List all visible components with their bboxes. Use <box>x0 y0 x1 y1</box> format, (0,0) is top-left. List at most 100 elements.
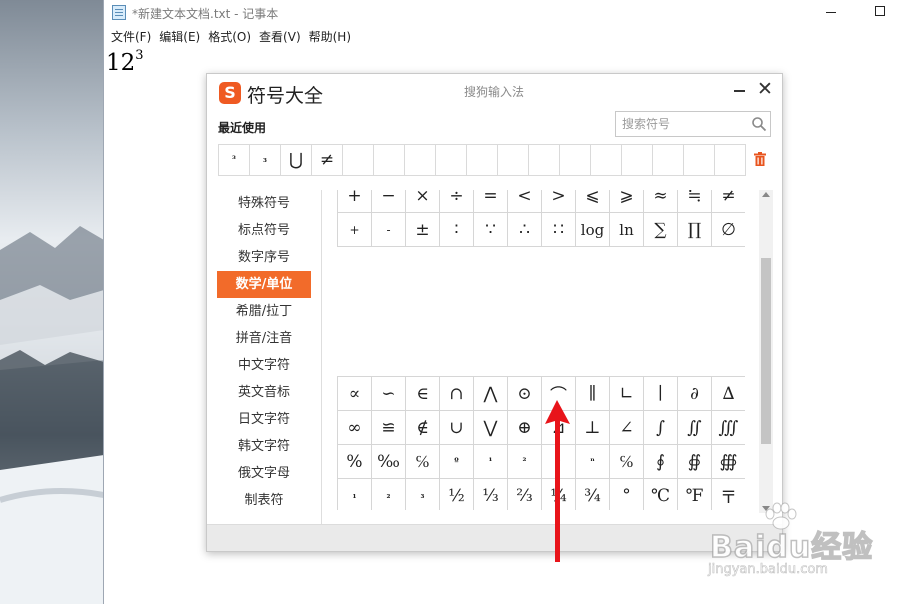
symbol-cell[interactable]: < <box>508 190 542 213</box>
symbol-cell[interactable]: ₂ <box>372 479 406 510</box>
symbol-cell[interactable]: ⋁ <box>474 411 508 445</box>
maximize-icon[interactable] <box>875 6 885 16</box>
menu-edit[interactable]: 编辑(E) <box>158 28 207 48</box>
symbol-cell[interactable]: ≌ <box>372 411 406 445</box>
dialog-minimize-icon[interactable] <box>734 90 745 92</box>
symbol-cell[interactable]: ∩ <box>440 377 474 411</box>
recent-symbol-cell[interactable]: ₃ <box>250 145 281 176</box>
symbol-cell[interactable]: ∉ <box>406 411 440 445</box>
symbol-cell[interactable]: ∠ <box>610 411 644 445</box>
category-item[interactable]: 数字序号 <box>217 244 311 271</box>
recent-symbol-cell[interactable] <box>436 145 467 176</box>
category-item[interactable]: 拼音/注音 <box>217 325 311 352</box>
symbol-cell[interactable]: ∽ <box>372 377 406 411</box>
symbol-cell[interactable]: ₁ <box>338 479 372 510</box>
symbol-cell[interactable]: ⊙ <box>508 377 542 411</box>
menu-format[interactable]: 格式(O) <box>207 28 258 48</box>
recent-symbol-cell[interactable] <box>560 145 591 176</box>
category-item[interactable]: 数学/单位 <box>217 271 311 298</box>
symbol-cell[interactable]: ‰ <box>372 445 406 479</box>
symbol-cell[interactable]: ⋀ <box>474 377 508 411</box>
symbol-cell[interactable]: × <box>406 190 440 213</box>
minimize-icon[interactable] <box>826 12 836 13</box>
recent-symbol-cell[interactable] <box>529 145 560 176</box>
scroll-up-icon[interactable] <box>762 192 770 197</box>
symbol-cell[interactable]: ⅔ <box>508 479 542 510</box>
category-item[interactable]: 日文字符 <box>217 406 311 433</box>
symbol-cell[interactable]: ≈ <box>644 190 678 213</box>
symbol-cell[interactable]: ∈ <box>406 377 440 411</box>
symbol-cell[interactable]: ∷ <box>542 213 576 247</box>
category-item[interactable]: 标点符号 <box>217 217 311 244</box>
symbol-cell[interactable]: ∬ <box>678 411 712 445</box>
symbol-cell[interactable]: + <box>338 190 372 213</box>
recent-symbol-cell[interactable] <box>343 145 374 176</box>
symbol-cell[interactable]: ∵ <box>474 213 508 247</box>
category-item[interactable]: 俄文字母 <box>217 460 311 487</box>
symbol-cell[interactable]: ∟ <box>610 377 644 411</box>
symbol-cell[interactable]: ∪ <box>440 411 474 445</box>
recent-symbol-cell[interactable] <box>498 145 529 176</box>
symbol-cell[interactable]: ± <box>406 213 440 247</box>
category-item[interactable]: 制表符 <box>217 487 311 514</box>
category-item[interactable]: 韩文字符 <box>217 433 311 460</box>
symbol-cell[interactable]: % <box>338 445 372 479</box>
recent-symbol-cell[interactable] <box>684 145 715 176</box>
symbol-cell[interactable]: ∴ <box>508 213 542 247</box>
symbol-cell[interactable]: ½ <box>440 479 474 510</box>
symbol-cell[interactable]: ₃ <box>406 479 440 510</box>
category-item[interactable]: 中文字符 <box>217 352 311 379</box>
symbol-cell[interactable]: ∫ <box>644 411 678 445</box>
symbol-cell[interactable]: ° <box>610 479 644 510</box>
search-input[interactable] <box>617 113 745 135</box>
category-item[interactable]: 英文音标 <box>217 379 311 406</box>
symbol-cell[interactable]: º <box>440 445 474 479</box>
symbol-cell[interactable]: ℃ <box>644 479 678 510</box>
symbol-cell[interactable]: ⩾ <box>610 190 644 213</box>
symbol-cell[interactable]: ℅ <box>406 445 440 479</box>
recent-symbol-cell[interactable]: ⋃ <box>281 145 312 176</box>
category-item[interactable]: 特殊符号 <box>217 190 311 217</box>
symbol-cell[interactable]: ∑ <box>644 213 678 247</box>
recent-symbol-cell[interactable]: ≠ <box>312 145 343 176</box>
symbol-cell[interactable]: ∝ <box>338 377 372 411</box>
dialog-close-icon[interactable]: ✕ <box>757 79 773 99</box>
symbol-cell[interactable]: ⅓ <box>474 479 508 510</box>
symbol-cell[interactable]: − <box>372 190 406 213</box>
menu-view[interactable]: 查看(V) <box>258 28 308 48</box>
symbol-cell[interactable]: ∂ <box>678 377 712 411</box>
symbol-cell[interactable]: + <box>338 213 372 247</box>
recent-symbol-cell[interactable] <box>715 145 746 176</box>
trash-icon[interactable] <box>754 152 766 166</box>
symbol-cell[interactable]: ln <box>610 213 644 247</box>
recent-symbol-cell[interactable] <box>591 145 622 176</box>
symbol-cell[interactable]: ≠ <box>712 190 745 213</box>
menu-help[interactable]: 帮助(H) <box>308 28 358 48</box>
symbol-cell[interactable]: ÷ <box>440 190 474 213</box>
symbol-scrollbar[interactable] <box>759 190 773 513</box>
symbol-cell[interactable]: log <box>576 213 610 247</box>
symbol-cell[interactable]: ≒ <box>678 190 712 213</box>
symbol-cell[interactable]: ∅ <box>712 213 745 247</box>
scroll-thumb[interactable] <box>761 258 771 444</box>
symbol-cell[interactable]: ∯ <box>678 445 712 479</box>
menu-file[interactable]: 文件(F) <box>110 28 158 48</box>
symbol-cell[interactable]: ∰ <box>712 445 745 479</box>
recent-symbol-cell[interactable] <box>374 145 405 176</box>
symbol-cell[interactable]: ℅ <box>610 445 644 479</box>
symbol-cell[interactable]: ∮ <box>644 445 678 479</box>
symbol-cell[interactable]: ⊕ <box>508 411 542 445</box>
symbol-cell[interactable]: ∞ <box>338 411 372 445</box>
recent-symbol-cell[interactable]: ³ <box>219 145 250 176</box>
symbol-cell[interactable]: ∆ <box>712 377 745 411</box>
symbol-cell[interactable]: = <box>474 190 508 213</box>
symbol-cell[interactable]: ∣ <box>644 377 678 411</box>
symbol-cell[interactable]: ∶ <box>440 213 474 247</box>
recent-symbol-cell[interactable] <box>405 145 436 176</box>
symbol-cell[interactable]: ∭ <box>712 411 745 445</box>
symbol-cell[interactable]: ⁿ <box>576 445 610 479</box>
symbol-cell[interactable]: > <box>542 190 576 213</box>
recent-symbol-cell[interactable] <box>622 145 653 176</box>
symbol-cell[interactable]: ⊥ <box>576 411 610 445</box>
notepad-titlebar[interactable]: *新建文本文档.txt - 记事本 <box>104 0 922 26</box>
